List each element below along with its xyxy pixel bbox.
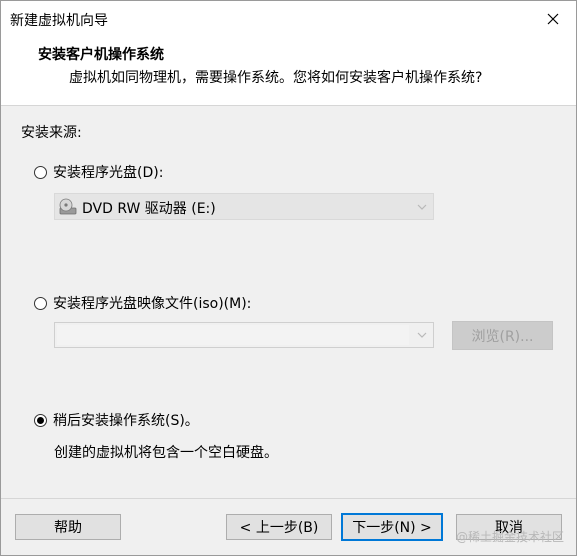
title-bar: 新建虚拟机向导 bbox=[1, 1, 576, 37]
close-icon bbox=[547, 13, 559, 25]
iso-path-field[interactable] bbox=[57, 325, 409, 345]
page-title: 安装客户机操作系统 bbox=[38, 47, 164, 63]
next-button[interactable]: 下一步(N) > bbox=[341, 513, 443, 541]
install-source-label: 安装来源: bbox=[21, 125, 82, 141]
chevron-down-icon bbox=[415, 200, 429, 214]
footer-divider bbox=[1, 498, 576, 499]
chevron-down-icon bbox=[415, 328, 429, 342]
radio-option-later[interactable]: 稍后安装操作系统(S)。 bbox=[34, 410, 199, 430]
radio-button-disc[interactable] bbox=[34, 165, 47, 179]
radio-button-later[interactable] bbox=[34, 413, 47, 427]
disc-drive-value: DVD RW 驱动器 (E:) bbox=[82, 201, 216, 217]
iso-path-dropdown[interactable] bbox=[54, 322, 434, 348]
back-button[interactable]: < 上一步(B) bbox=[226, 514, 332, 540]
window-title: 新建虚拟机向导 bbox=[10, 13, 108, 29]
wizard-header: 安装客户机操作系统 虚拟机如同物理机，需要操作系统。您将如何安装客户机操作系统? bbox=[1, 37, 576, 106]
disc-drive-dropdown[interactable]: DVD RW 驱动器 (E:) bbox=[54, 193, 434, 220]
new-vm-wizard-window: 新建虚拟机向导 安装客户机操作系统 虚拟机如同物理机，需要操作系统。您将如何安装… bbox=[0, 0, 577, 556]
radio-option-disc[interactable]: 安装程序光盘(D): bbox=[34, 162, 163, 182]
radio-label-disc: 安装程序光盘(D): bbox=[53, 165, 164, 181]
radio-option-iso[interactable]: 安装程序光盘映像文件(iso)(M): bbox=[34, 293, 251, 313]
close-button[interactable] bbox=[530, 1, 576, 37]
optical-drive-icon bbox=[59, 198, 77, 215]
later-install-note: 创建的虚拟机将包含一个空白硬盘。 bbox=[54, 445, 278, 461]
radio-label-iso: 安装程序光盘映像文件(iso)(M): bbox=[53, 296, 252, 312]
watermark: @稀土掘金技术社区 bbox=[456, 530, 565, 544]
page-subtitle: 虚拟机如同物理机，需要操作系统。您将如何安装客户机操作系统? bbox=[69, 70, 483, 86]
browse-button[interactable]: 浏览(R)... bbox=[452, 321, 553, 350]
radio-button-iso[interactable] bbox=[34, 296, 47, 310]
help-button[interactable]: 帮助 bbox=[15, 514, 121, 540]
radio-label-later: 稍后安装操作系统(S)。 bbox=[53, 413, 199, 429]
